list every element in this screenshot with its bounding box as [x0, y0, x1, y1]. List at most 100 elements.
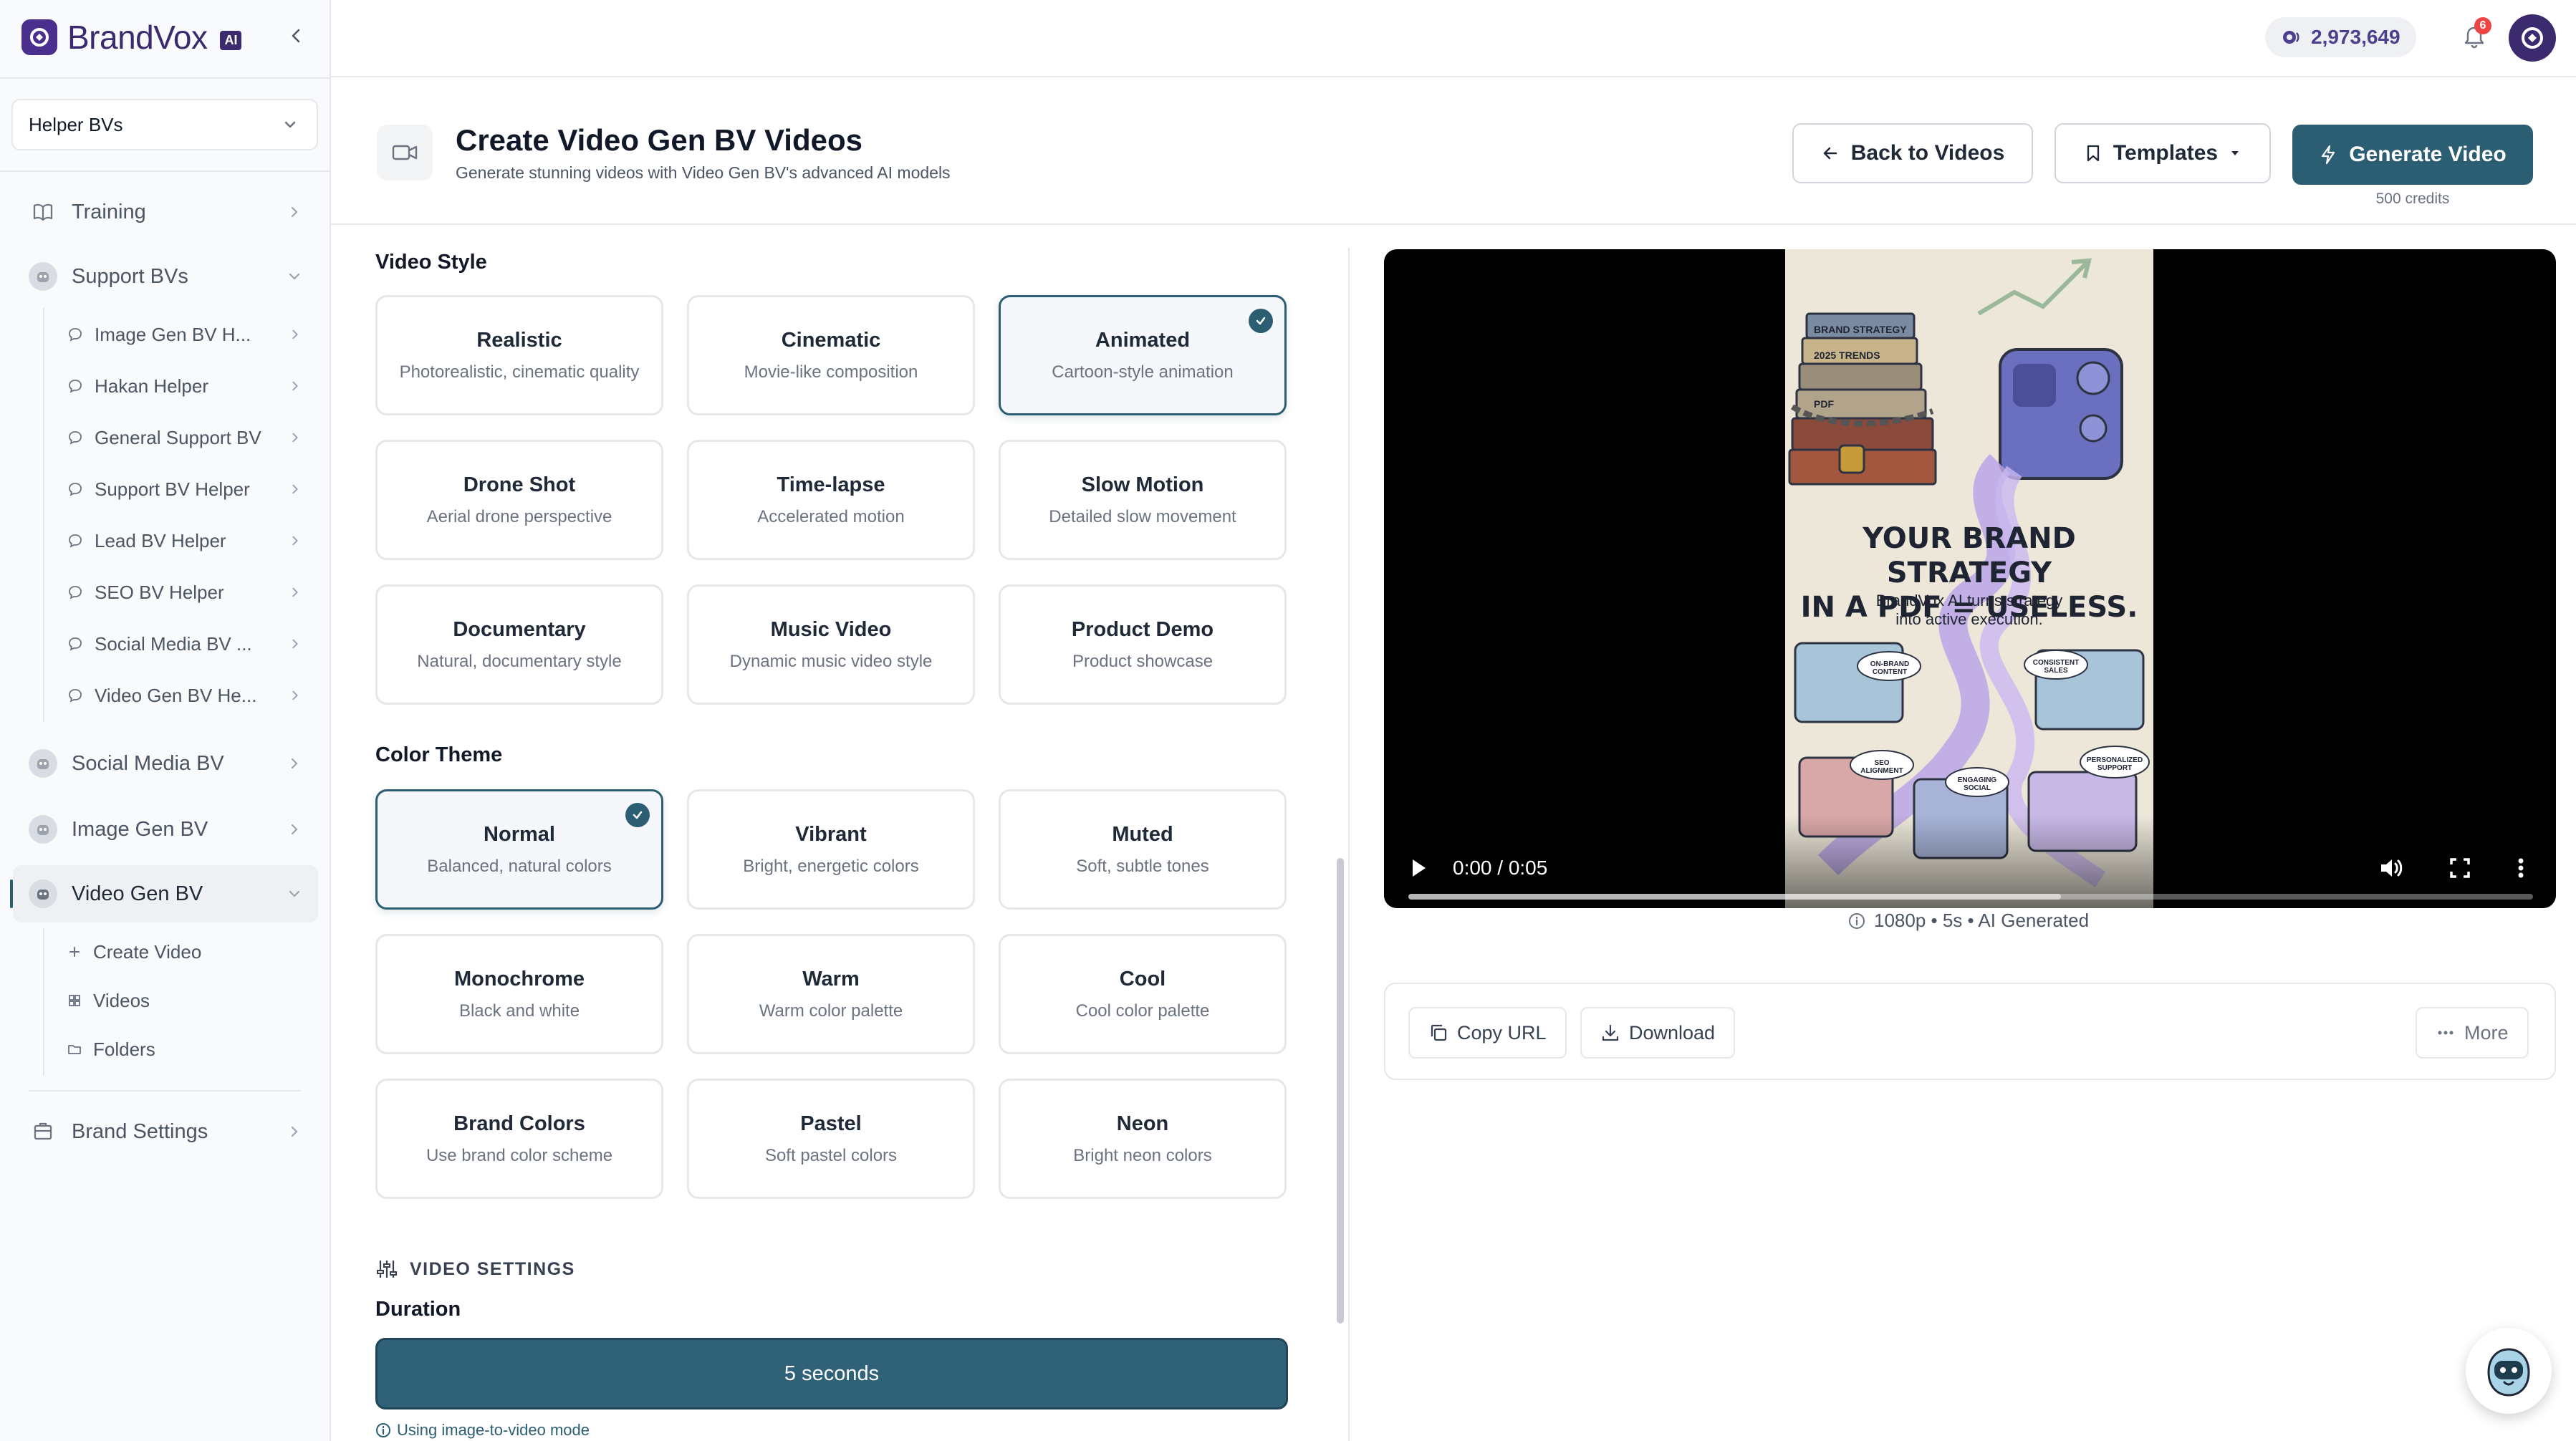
more-actions-label: More	[2464, 1021, 2509, 1044]
notification-count-badge: 6	[2474, 17, 2491, 34]
theme-option-vibrant[interactable]: Vibrant Bright, energetic colors	[687, 789, 975, 910]
option-title: Drone Shot	[463, 473, 576, 496]
brand-ai-badge: AI	[220, 31, 242, 50]
sidebar-item-social-media-bv[interactable]: Social Media BV	[13, 735, 318, 792]
theme-option-normal[interactable]: Normal Balanced, natural colors	[375, 789, 663, 910]
option-description: Soft pastel colors	[764, 1145, 898, 1165]
sidebar-item-support-bvs[interactable]: Support BVs	[13, 248, 318, 305]
video-progress-bar[interactable]	[1408, 894, 2533, 900]
brand-name: BrandVox	[67, 19, 208, 56]
poster-bubble-label: ON-BRAND CONTENT	[1870, 660, 1910, 676]
option-title: Cool	[1119, 967, 1166, 991]
option-description: Movie-like composition	[744, 362, 918, 382]
sidebar-subitem-lead-bv-helper[interactable]: Lead BV Helper	[54, 517, 312, 564]
style-option-time-lapse[interactable]: Time-lapse Accelerated motion	[687, 440, 975, 560]
sidebar-item-label: Image Gen BV	[72, 817, 208, 841]
more-actions-button[interactable]: More	[2416, 1007, 2529, 1059]
back-to-videos-button[interactable]: Back to Videos	[1792, 123, 2033, 183]
theme-option-warm[interactable]: Warm Warm color palette	[687, 934, 975, 1054]
theme-option-brand-colors[interactable]: Brand Colors Use brand color scheme	[375, 1079, 663, 1199]
credits-balance[interactable]: 2,973,649	[2265, 17, 2416, 57]
chat-bubble-icon	[69, 380, 82, 393]
page-header: Create Video Gen BV Videos Generate stun…	[331, 79, 2576, 225]
sidebar-subitem-image-gen-bv-helper[interactable]: Image Gen BV H...	[54, 311, 312, 358]
sidebar-item-training[interactable]: Training	[13, 183, 318, 241]
grid-icon	[69, 995, 80, 1006]
theme-option-cool[interactable]: Cool Cool color palette	[999, 934, 1287, 1054]
divider	[1348, 248, 1350, 1441]
more-vertical-icon	[2518, 858, 2524, 878]
option-description: Aerial drone perspective	[426, 506, 612, 526]
video-player[interactable]: YOUR BRAND STRATEGY IN A PDF = USELESS. …	[1384, 249, 2556, 908]
sidebar-subitem-create-video[interactable]: Create Video	[54, 928, 312, 975]
option-title: Music Video	[770, 617, 892, 641]
chevron-down-icon	[289, 273, 300, 280]
volume-button[interactable]	[2377, 854, 2406, 882]
chat-bubble-icon	[69, 483, 82, 496]
bot-avatar-icon	[29, 262, 57, 291]
sidebar-subitem-support-bv-helper[interactable]: Support BV Helper	[54, 466, 312, 513]
download-button[interactable]: Download	[1580, 1007, 1736, 1059]
chat-assistant-button[interactable]	[2466, 1328, 2552, 1414]
style-option-documentary[interactable]: Documentary Natural, documentary style	[375, 584, 663, 705]
back-to-videos-label: Back to Videos	[1850, 141, 2005, 165]
user-avatar[interactable]	[2509, 14, 2556, 62]
sidebar-subitem-general-support-bv[interactable]: General Support BV	[54, 414, 312, 461]
sidebar-item-label: Social Media BV	[72, 751, 224, 775]
sidebar-subitem-video-gen-bv-helper[interactable]: Video Gen BV He...	[54, 672, 312, 719]
style-option-realistic[interactable]: Realistic Photorealistic, cinematic qual…	[375, 295, 663, 415]
sidebar-subitem-hakan-helper[interactable]: Hakan Helper	[54, 362, 312, 410]
sidebar-subitem-social-media-bv-helper[interactable]: Social Media BV ...	[54, 620, 312, 668]
caret-down-icon	[2231, 151, 2239, 155]
fullscreen-button[interactable]	[2446, 854, 2474, 882]
style-option-drone-shot[interactable]: Drone Shot Aerial drone perspective	[375, 440, 663, 560]
chevron-right-icon	[292, 329, 299, 339]
brand-logo[interactable]: BrandVox AI	[21, 19, 242, 56]
notifications-button[interactable]: 6	[2456, 17, 2493, 56]
chevron-left-icon	[292, 29, 300, 43]
theme-option-muted[interactable]: Muted Soft, subtle tones	[999, 789, 1287, 910]
building-icon	[29, 1117, 57, 1146]
duration-value: 5 seconds	[784, 1362, 880, 1385]
mode-hint-text: Using image-to-video mode	[397, 1421, 590, 1439]
page-title: Create Video Gen BV Videos	[456, 123, 862, 157]
duration-option-5s[interactable]: 5 seconds	[375, 1338, 1288, 1409]
color-theme-heading: Color Theme	[375, 743, 503, 766]
player-more-button[interactable]	[2510, 854, 2532, 882]
bot-avatar-icon	[29, 815, 57, 844]
option-title: Warm	[802, 967, 860, 991]
play-button[interactable]	[1405, 855, 1431, 881]
folder-icon	[68, 1045, 81, 1054]
style-option-slow-motion[interactable]: Slow Motion Detailed slow movement	[999, 440, 1287, 560]
style-option-animated[interactable]: Animated Cartoon-style animation	[999, 295, 1287, 415]
chevron-right-icon	[292, 587, 299, 597]
theme-option-monochrome[interactable]: Monochrome Black and white	[375, 934, 663, 1054]
form-scrollbar[interactable]	[1337, 858, 1344, 1324]
divider	[0, 77, 330, 79]
option-description: Warm color palette	[759, 1001, 903, 1021]
sidebar-item-image-gen-bv[interactable]: Image Gen BV	[13, 801, 318, 858]
templates-dropdown-button[interactable]: Templates	[2054, 123, 2271, 183]
theme-option-neon[interactable]: Neon Bright neon colors	[999, 1079, 1287, 1199]
chevron-right-icon	[292, 536, 299, 546]
sidebar-subitem-label: Create Video	[93, 940, 202, 963]
sidebar-subitem-videos[interactable]: Videos	[54, 977, 312, 1024]
bot-mascot-icon	[2487, 1348, 2530, 1397]
poster-subtitle-line-1: BrandVox AI turns strategy	[1875, 592, 2063, 609]
sidebar-item-video-gen-bv[interactable]: Video Gen BV	[13, 865, 318, 922]
sidebar-subitem-seo-bv-helper[interactable]: SEO BV Helper	[54, 569, 312, 616]
poster-bubble-label: ENGAGING SOCIAL	[1957, 776, 1997, 792]
theme-option-pastel[interactable]: Pastel Soft pastel colors	[687, 1079, 975, 1199]
style-option-product-demo[interactable]: Product Demo Product showcase	[999, 584, 1287, 705]
sidebar-subitem-folders[interactable]: Folders	[54, 1026, 312, 1073]
style-option-cinematic[interactable]: Cinematic Movie-like composition	[687, 295, 975, 415]
copy-icon	[1431, 1024, 1447, 1041]
sidebar-item-brand-settings[interactable]: Brand Settings	[13, 1103, 318, 1160]
generate-video-button[interactable]: Generate Video	[2292, 125, 2533, 185]
copy-url-button[interactable]: Copy URL	[1408, 1007, 1567, 1059]
bv-group-select[interactable]: Helper BVs	[11, 99, 318, 150]
style-option-music-video[interactable]: Music Video Dynamic music video style	[687, 584, 975, 705]
collapse-sidebar-button[interactable]	[282, 21, 311, 50]
bot-avatar-icon	[29, 879, 57, 908]
option-title: Animated	[1095, 328, 1191, 352]
